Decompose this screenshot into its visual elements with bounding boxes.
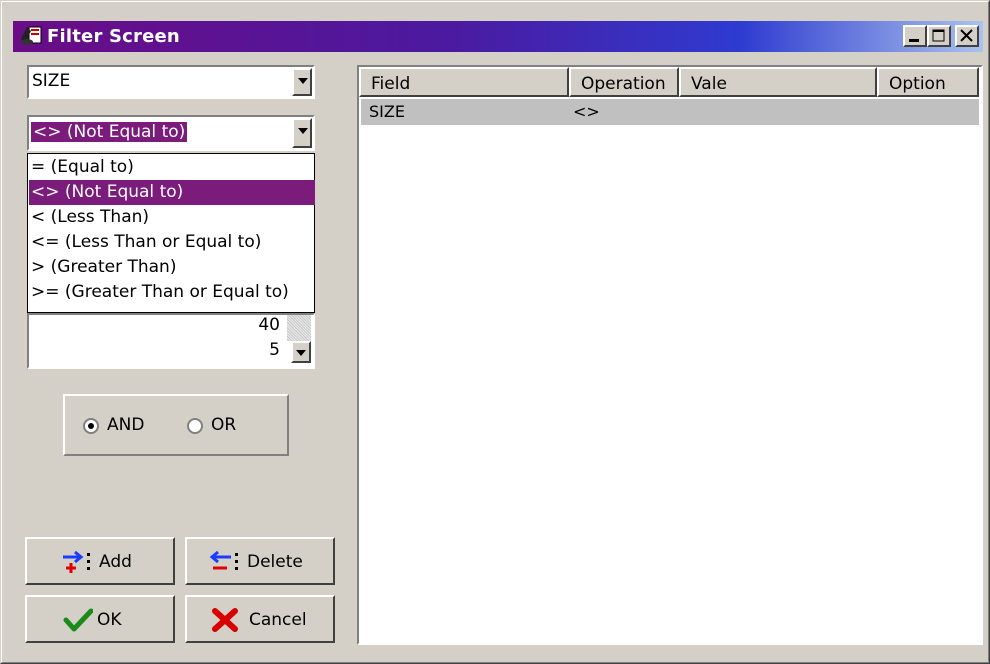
window-title: Filter Screen — [47, 26, 180, 47]
operation-dropdown-list[interactable]: = (Equal to) <> (Not Equal to) < (Less T… — [27, 153, 315, 313]
delete-button-label: Delete — [247, 552, 303, 572]
title-bar[interactable]: Filter Screen — [13, 21, 983, 52]
table-row[interactable]: SIZE <> — [361, 99, 979, 125]
operation-option-greater-equal[interactable]: >= (Greater Than or Equal to) — [29, 280, 315, 305]
cancel-button-label: Cancel — [249, 610, 307, 630]
cancel-x-icon — [212, 608, 238, 632]
operation-combo-value: <> (Not Equal to) — [31, 122, 188, 142]
column-header-label: Vale — [691, 74, 727, 94]
add-filter-icon — [63, 550, 90, 573]
chevron-down-icon — [298, 128, 308, 134]
add-button[interactable]: Add — [25, 537, 175, 585]
column-header-label: Option — [889, 74, 946, 94]
ok-button[interactable]: OK — [25, 595, 175, 643]
field-combo-dropdown-button[interactable] — [292, 68, 312, 96]
checkmark-icon — [63, 608, 93, 632]
field-combo[interactable]: SIZE — [27, 65, 315, 99]
column-header-label: Field — [371, 74, 411, 94]
chevron-down-icon — [296, 350, 306, 356]
values-listbox[interactable]: 40 5 — [27, 313, 315, 369]
operation-option-less-equal[interactable]: <= (Less Than or Equal to) — [29, 230, 315, 255]
operation-option-less-than[interactable]: < (Less Than) — [29, 205, 315, 230]
filter-window: Filter Screen SIZE <> (Not Equal to) 40 … — [0, 0, 990, 664]
and-label[interactable]: AND — [107, 415, 144, 435]
column-header-field[interactable]: Field — [359, 67, 569, 97]
and-radio[interactable] — [83, 418, 99, 434]
filter-grid[interactable]: Field Operation Vale Option SIZE <> — [357, 65, 983, 645]
close-button[interactable] — [955, 25, 979, 47]
operation-option-greater-than[interactable]: > (Greater Than) — [29, 255, 315, 280]
logic-radio-group: AND OR — [63, 394, 289, 456]
app-icon — [19, 25, 43, 47]
cell-field: SIZE — [369, 102, 405, 121]
scrollbar-track[interactable] — [287, 315, 311, 341]
or-radio[interactable] — [187, 418, 203, 434]
cancel-button[interactable]: Cancel — [185, 595, 335, 643]
operation-combo-dropdown-button[interactable] — [292, 118, 312, 148]
scroll-down-button[interactable] — [291, 341, 311, 363]
operation-combo[interactable]: <> (Not Equal to) — [27, 115, 315, 151]
maximize-button[interactable] — [927, 25, 951, 47]
add-button-label: Add — [99, 552, 132, 572]
list-item[interactable]: 40 — [258, 315, 280, 335]
list-item[interactable]: 5 — [269, 340, 280, 360]
delete-filter-icon — [209, 550, 238, 570]
operation-option-equal[interactable]: = (Equal to) — [29, 155, 315, 180]
cell-operation: <> — [573, 102, 600, 121]
column-header-label: Operation — [581, 74, 666, 94]
field-combo-value: SIZE — [32, 71, 71, 91]
radio-dot-icon — [88, 423, 94, 429]
operation-option-not-equal[interactable]: <> (Not Equal to) — [29, 180, 315, 205]
delete-button[interactable]: Delete — [185, 537, 335, 585]
chevron-down-icon — [298, 78, 308, 84]
or-label[interactable]: OR — [211, 415, 236, 435]
minimize-button[interactable] — [903, 25, 927, 47]
column-header-operation[interactable]: Operation — [569, 67, 679, 97]
ok-button-label: OK — [97, 610, 122, 630]
column-header-value[interactable]: Vale — [679, 67, 877, 97]
column-header-option[interactable]: Option — [877, 67, 979, 97]
